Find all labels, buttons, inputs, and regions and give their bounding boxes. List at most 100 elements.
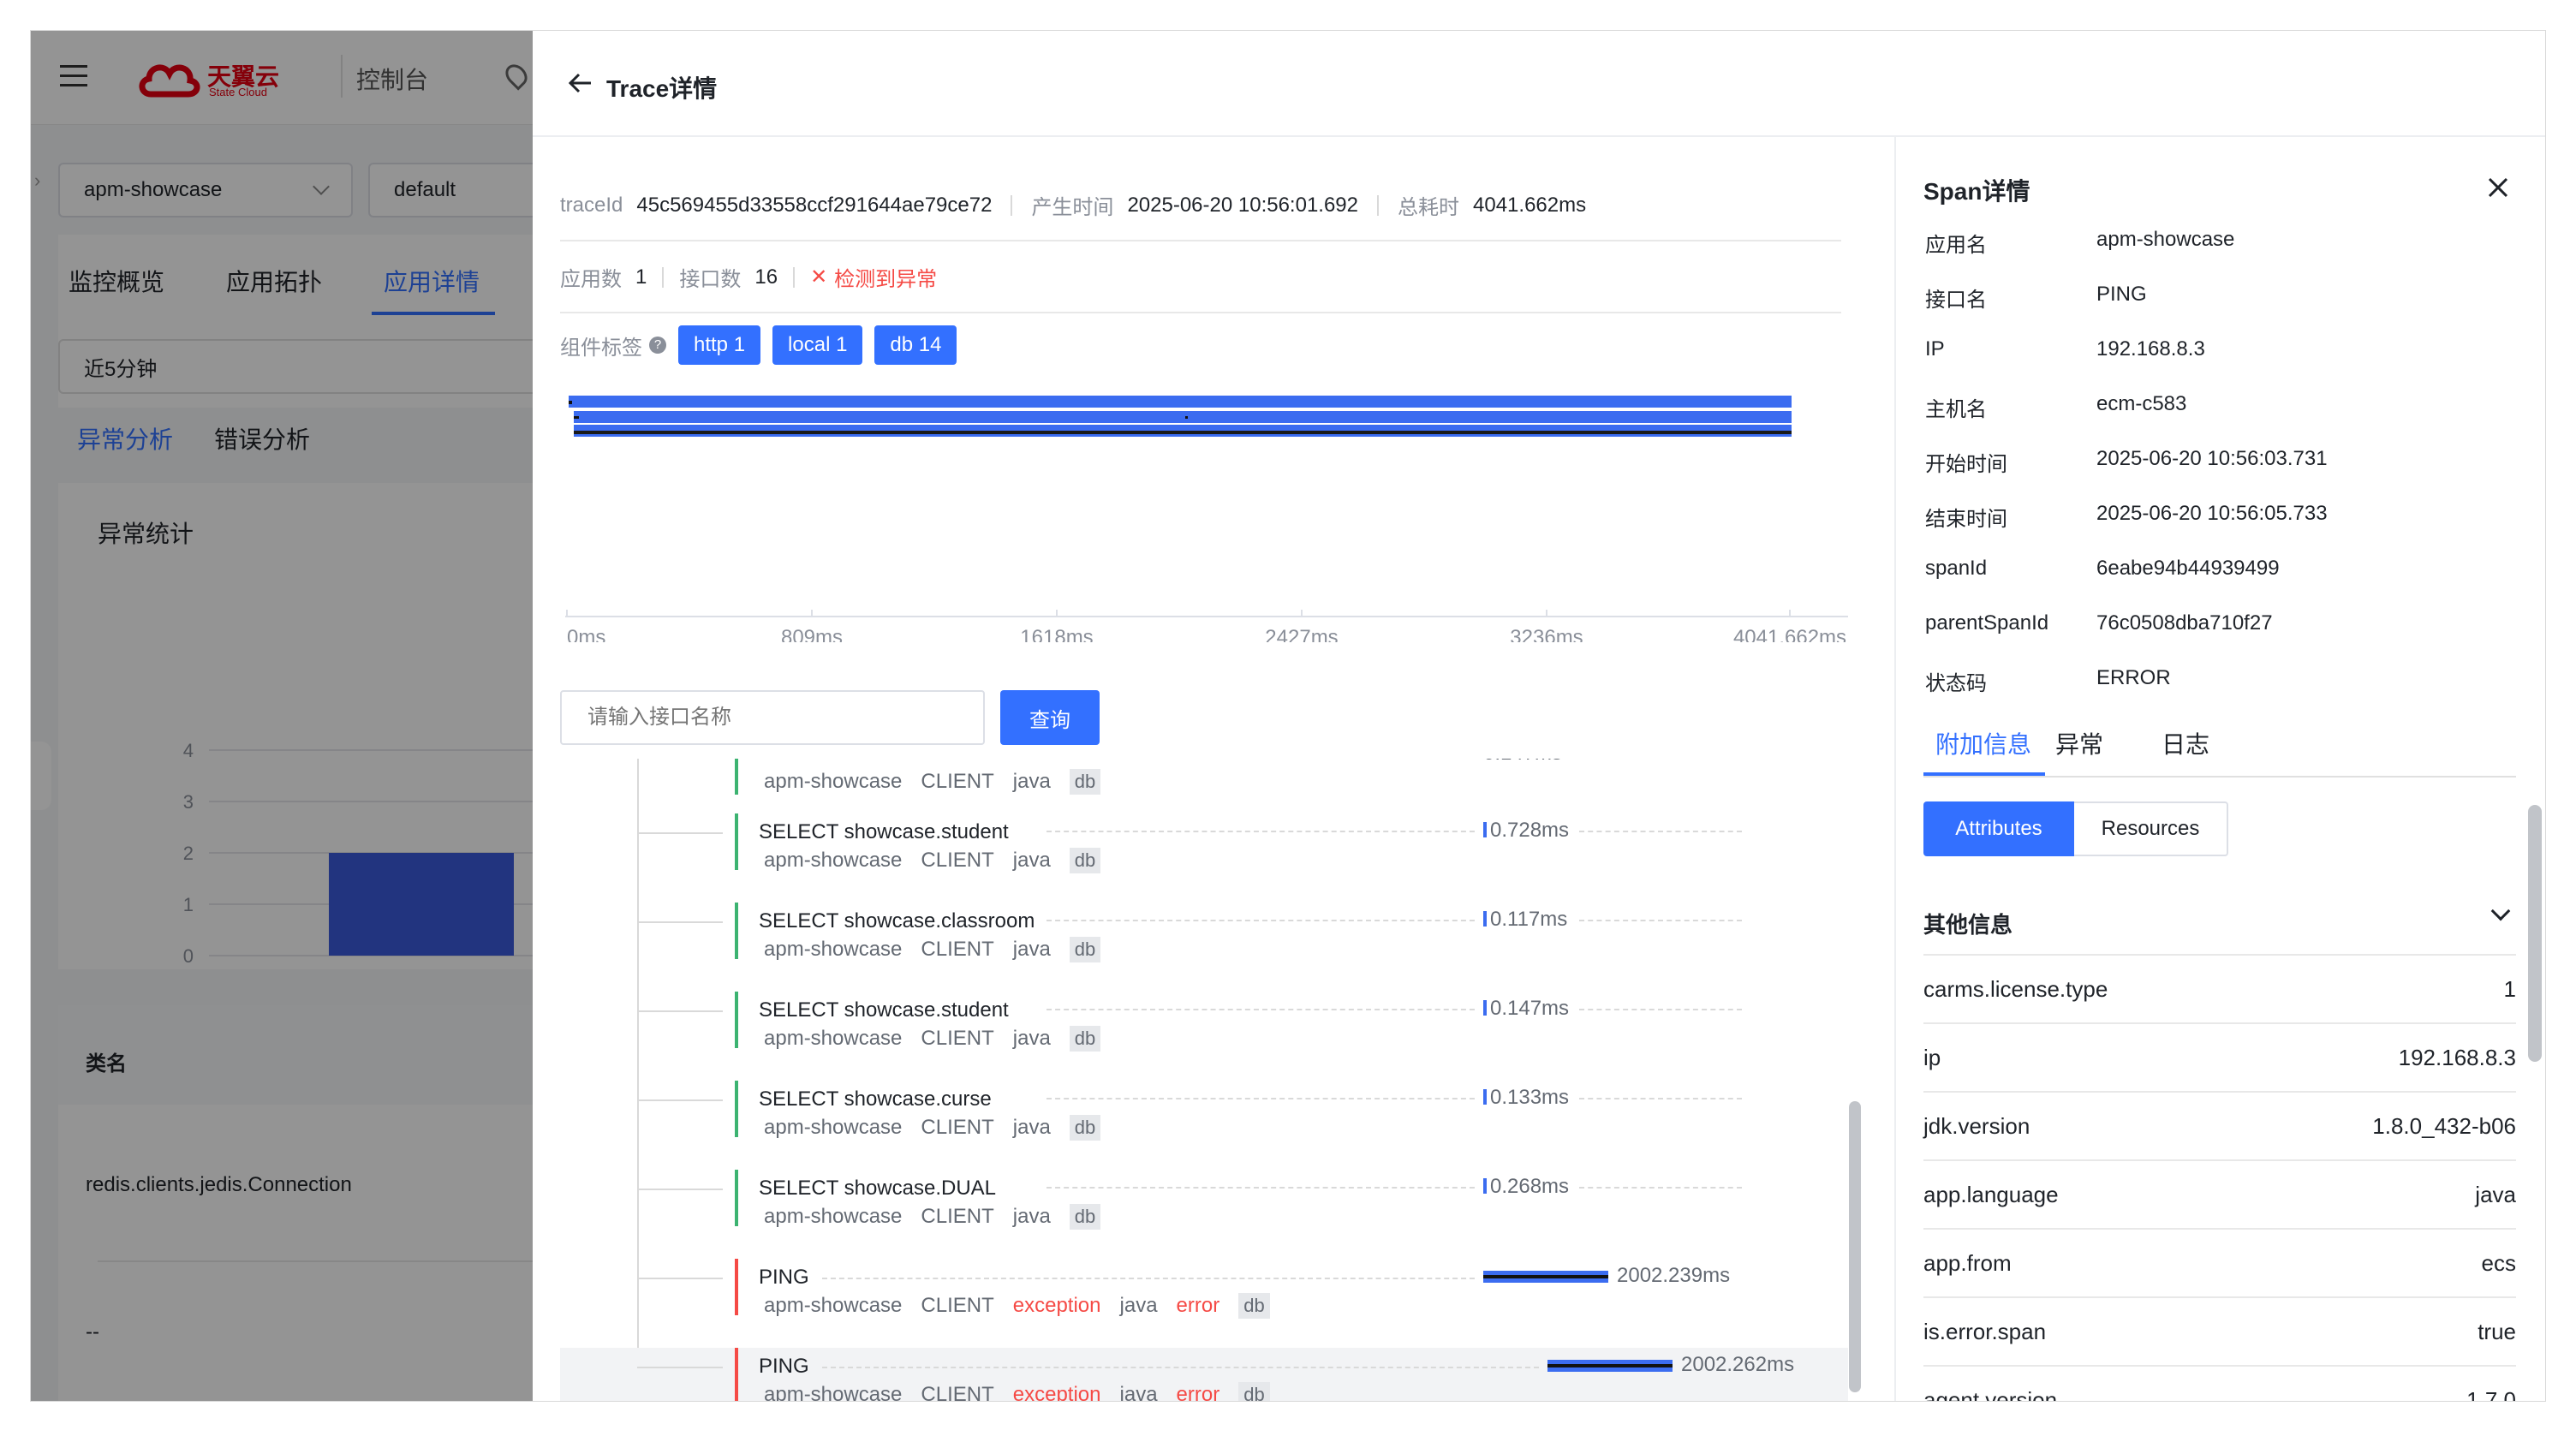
overview-marker <box>574 416 579 419</box>
tag-local[interactable]: local 1 <box>772 325 863 365</box>
meta-error: error <box>1176 1294 1220 1317</box>
timeline-overview[interactable]: 0ms 809ms 1618ms 2427ms 3236ms 4041.662ms <box>533 394 1894 642</box>
scrollbar[interactable] <box>1848 759 1862 1401</box>
attribute-key: app.from <box>1923 1249 2012 1276</box>
meta-db-tag: db <box>1069 769 1101 795</box>
status-bar <box>735 903 738 959</box>
attribute-value: 192.168.8.3 <box>2398 1044 2516 1070</box>
divider <box>1377 194 1380 216</box>
field-label: 开始时间 <box>1925 453 2007 476</box>
list-item[interactable]: SELECT showcase.student apm-showcase CLIEN… <box>560 992 1848 1077</box>
tab-extra-info[interactable]: 附加信息 <box>1923 726 2045 760</box>
meta-lang: java <box>1012 1205 1051 1228</box>
meta-db-tag: db <box>1069 848 1101 873</box>
overview-marker <box>569 401 572 404</box>
list-item[interactable]: SELECT showcase.DUAL apm-showcase CLIENT ja… <box>560 1170 1848 1255</box>
dashed-guide <box>1579 1009 1742 1010</box>
list-item[interactable]: SELECT showcase.classroom apm-showcase CLI… <box>560 903 1848 988</box>
tab-logs[interactable]: 日志 <box>2153 726 2256 760</box>
field-value: apm-showcase <box>2096 228 2235 251</box>
close-icon[interactable] <box>2487 176 2509 199</box>
dashed-guide <box>1046 1098 1475 1099</box>
chevron-down-icon[interactable] <box>2490 901 2511 921</box>
meta-db-tag: db <box>1069 1115 1101 1141</box>
span-duration: 0.728ms <box>1490 819 1570 842</box>
scrollbar-thumb[interactable] <box>2528 805 2542 1062</box>
meta-exception: exception <box>1012 1294 1101 1317</box>
dashed-guide <box>1046 1009 1475 1010</box>
attribute-key: agent.version <box>1923 1386 2058 1402</box>
overview-bar <box>574 411 1792 423</box>
meta-app: apm-showcase <box>764 938 903 961</box>
scrollbar-thumb[interactable] <box>1849 1101 1861 1392</box>
meta-lang: java <box>1012 1116 1051 1139</box>
meta-kind: CLIENT <box>921 1205 994 1228</box>
field-value: 192.168.8.3 <box>2096 337 2205 360</box>
meta-kind: CLIENT <box>921 770 994 793</box>
drawer-header: Trace详情 <box>533 31 2545 137</box>
apis-label: 接口数 <box>679 268 742 291</box>
divider <box>793 266 796 288</box>
attribute-row: jdk.version 1.8.0_432-b06 <box>1923 1093 2516 1161</box>
arrow-left-icon[interactable] <box>567 72 593 94</box>
field-label: 状态码 <box>1925 672 1987 695</box>
dashed-guide <box>1046 1187 1475 1189</box>
trace-detail-drawer: Trace详情 traceId 45c569455d33558ccf291644… <box>533 31 2545 1401</box>
meta-lang: java <box>1012 1027 1051 1050</box>
tab-exception[interactable]: 异常 <box>2045 726 2153 760</box>
tag-http[interactable]: http 1 <box>678 325 761 365</box>
traceid-value: 45c569455d33558ccf291644ae79ce72 <box>636 193 993 217</box>
span-meta: apm-showcase CLIENT exception java error db <box>764 1293 1270 1319</box>
overview-bar <box>574 431 1792 434</box>
meta-lang: java <box>1119 1383 1158 1401</box>
field-value: ERROR <box>2096 666 2171 689</box>
span-title: PING <box>759 1355 809 1378</box>
list-item[interactable]: PING apm-showcase CLIENT exception java error… <box>560 1348 1848 1401</box>
help-icon[interactable]: ? <box>649 337 666 354</box>
attribute-row: app.language java <box>1923 1161 2516 1230</box>
field-label: 接口名 <box>1925 289 1987 312</box>
attributes-list: carms.license.type 1 ip 192.168.8.3 jdk.vers… <box>1923 956 2516 1401</box>
attribute-value: 1 <box>2503 975 2516 1002</box>
span-title: SELECT showcase.classroom <box>759 909 1035 932</box>
drawer-title: Trace详情 <box>606 75 718 102</box>
field-value: 2025-06-20 10:56:05.733 <box>2096 502 2328 525</box>
tree-connector <box>637 1010 723 1012</box>
apis-value: 16 <box>754 265 778 289</box>
list-item[interactable]: SELECT showcase.student apm-showcase CLIEN… <box>560 813 1848 899</box>
meta-db-tag: db <box>1238 1293 1270 1319</box>
status-bar <box>735 813 738 870</box>
duration-bar <box>1483 1000 1487 1016</box>
modal-overlay[interactable] <box>31 31 533 1401</box>
span-duration: 2002.262ms <box>1681 1353 1795 1376</box>
meta-app: apm-showcase <box>764 849 903 872</box>
divider <box>560 312 1841 313</box>
attribute-row: ip 192.168.8.3 <box>1923 1024 2516 1093</box>
dashed-guide <box>1579 1187 1742 1189</box>
span-meta: apm-showcase CLIENT java db <box>764 848 1101 873</box>
span-detail-panel: Span详情 应用名 apm-showcase 接口名 PING IP 192.168.8… <box>1894 137 2545 1401</box>
span-duration: 2002.239ms <box>1617 1264 1731 1287</box>
meta-app: apm-showcase <box>764 1294 903 1317</box>
overview-bar <box>569 396 1792 408</box>
meta-kind: CLIENT <box>921 1383 994 1401</box>
divider <box>560 240 1841 241</box>
field-value: 2025-06-20 10:56:03.731 <box>2096 447 2328 470</box>
list-item[interactable]: SELECT showcase.curse apm-showcase CLIENT j… <box>560 1081 1848 1166</box>
detail-tabs: 附加信息 异常 日志 <box>1923 726 2256 760</box>
meta-app: apm-showcase <box>764 1383 903 1401</box>
list-item[interactable]: SELECT showcase.teacher apm-showcase CLIEN… <box>560 759 1848 800</box>
tag-db[interactable]: db 14 <box>874 325 957 365</box>
attr-segment: Attributes Resources <box>1923 801 2228 856</box>
meta-app: apm-showcase <box>764 1116 903 1139</box>
search-input[interactable] <box>562 692 983 743</box>
segment-attributes[interactable]: Attributes <box>1923 801 2074 856</box>
meta-db-tag: db <box>1069 1026 1101 1052</box>
search-button[interactable]: 查询 <box>1000 690 1100 745</box>
component-label: 组件标签 <box>560 336 642 360</box>
span-duration: 0.268ms <box>1490 1175 1570 1198</box>
segment-resources[interactable]: Resources <box>2074 801 2228 856</box>
divider <box>1011 194 1013 216</box>
meta-lang: java <box>1012 938 1051 961</box>
list-item[interactable]: PING apm-showcase CLIENT exception java error… <box>560 1259 1848 1344</box>
